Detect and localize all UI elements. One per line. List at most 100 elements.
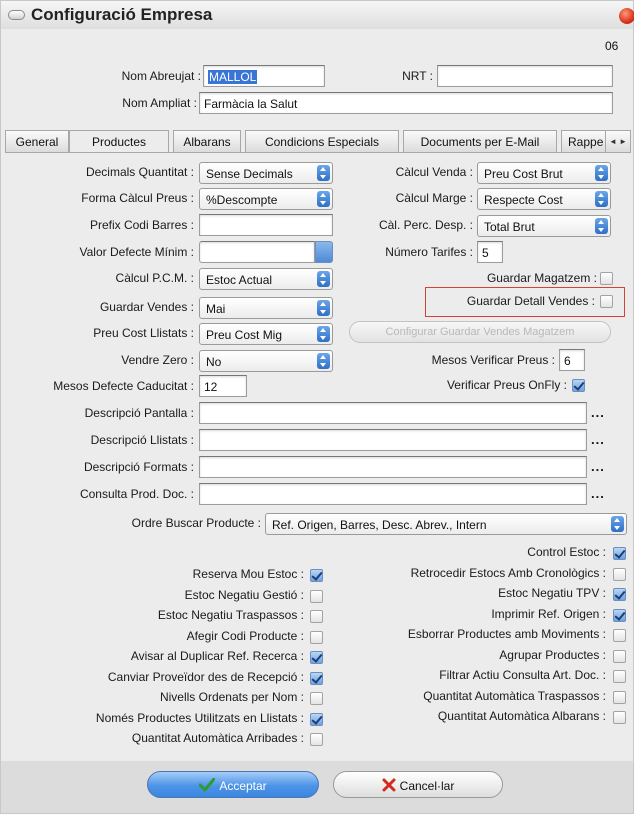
valor-defecte-minim-field[interactable] [199,241,315,263]
configuracio-empresa-window: Configuració Empresa 06 Nom Abreujat : M… [0,0,634,814]
ordre-buscar-producte-value: Ref. Origen, Barres, Desc. Abrev., Inter… [272,518,487,532]
calcul-pcm-value: Estoc Actual [206,273,273,287]
option-checkbox[interactable] [613,588,626,601]
consulta-prod-doc-field[interactable] [199,483,587,505]
mesos-verificar-preus-field[interactable]: 6 [559,349,585,371]
bottom-button-bar: Acceptar Cancel·lar [1,761,633,813]
descripcio-pantalla-more-button[interactable]: ... [591,405,605,420]
descripcio-formats-more-button[interactable]: ... [591,459,605,474]
valor-defecte-minim-dropdown-button[interactable] [315,241,333,263]
calcul-venda-select[interactable]: Preu Cost Brut [477,162,611,184]
prefix-codi-barres-field[interactable] [199,214,333,236]
company-code: 06 [605,39,619,53]
option-label: Afegir Codi Producte : [186,628,304,643]
option-label: Estoc Negatiu TPV : [498,586,606,600]
option-checkbox[interactable] [613,608,626,622]
preu-cost-llistats-label: Preu Cost Llistats : [93,326,194,340]
stepper-icon [317,191,330,207]
tab-albarans[interactable]: Albarans [173,130,241,152]
stepper-icon [317,353,330,369]
close-x-icon [382,778,396,792]
accept-button[interactable]: Acceptar [147,771,319,798]
ordre-buscar-producte-label: Ordre Buscar Producte : [131,516,261,530]
option-label: Nivells Ordenats per Nom : [159,690,304,704]
option-checkbox[interactable] [613,711,626,724]
calcul-marge-label: Càlcul Marge : [395,191,473,205]
forma-calcul-preus-select[interactable]: %Descompte [199,188,333,210]
descripcio-pantalla-label: Descripció Pantalla : [84,406,194,420]
decimals-quantitat-select[interactable]: Sense Decimals [199,162,333,184]
vendre-zero-label: Vendre Zero : [121,353,194,367]
descripcio-llistats-more-button[interactable]: ... [591,432,605,447]
nom-abreujat-field[interactable]: MALLOL [203,65,325,87]
accept-button-label: Acceptar [219,779,267,793]
verificar-preus-onfly-checkbox[interactable] [572,379,585,392]
numero-tarifes-label: Número Tarifes : [385,245,473,259]
mesos-defecte-caducitat-field[interactable]: 12 [199,375,247,397]
cancel-button[interactable]: Cancel·lar [333,771,503,798]
calcul-marge-select[interactable]: Respecte Cost [477,188,611,210]
option-label: Estoc Negatiu Gestió : [184,587,304,602]
option-checkbox[interactable] [613,567,626,581]
cancel-button-label: Cancel·lar [399,779,455,793]
tab-general[interactable]: General [5,130,69,152]
option-checkbox[interactable] [310,733,323,746]
cal-perc-desp-value: Total Brut [484,220,535,234]
vendre-zero-select[interactable]: No [199,350,333,372]
cal-perc-desp-label: Càl. Perc. Desp. : [378,218,473,232]
guardar-vendes-value: Mai [206,302,226,316]
option-label: Imprimir Ref. Origen : [491,606,606,621]
option-label: Quantitat Automàtica Traspassos : [423,688,606,703]
stepper-icon [317,165,330,181]
stepper-icon [317,271,330,287]
descripcio-llistats-label: Descripció Llistats : [90,433,194,447]
descripcio-llistats-field[interactable] [199,429,587,451]
descripcio-pantalla-field[interactable] [199,402,587,424]
cal-perc-desp-select[interactable]: Total Brut [477,215,611,237]
tab-productes[interactable]: Productes [69,130,169,153]
nom-abreujat-value: MALLOL [208,70,258,84]
option-checkbox[interactable] [613,547,626,560]
numero-tarifes-field[interactable]: 5 [477,241,503,263]
guardar-detall-vendes-label: Guardar Detall Vendes : [466,294,595,308]
stepper-icon [595,165,608,181]
tab-rappels[interactable]: Rappe [561,130,607,152]
option-label: Només Productes Utilitzats en Llistats : [95,710,304,725]
forma-calcul-preus-label: Forma Càlcul Preus : [81,191,194,205]
guardar-vendes-select[interactable]: Mai [199,297,333,319]
option-checkbox[interactable] [613,649,626,663]
calcul-pcm-select[interactable]: Estoc Actual [199,268,333,290]
guardar-vendes-label: Guardar Vendes : [99,300,194,314]
option-label: Quantitat Automàtica Albarans : [437,709,606,723]
option-checkbox[interactable] [613,690,626,704]
option-checkbox[interactable] [613,629,626,642]
consulta-prod-doc-more-button[interactable]: ... [591,486,605,501]
nom-ampliat-field[interactable]: Farmàcia la Salut [199,92,613,114]
stepper-icon [611,516,624,532]
stepper-icon [595,191,608,207]
configurar-guardar-vendes-magatzem-button[interactable]: Configurar Guardar Vendes Magatzem [349,321,611,343]
guardar-magatzem-checkbox[interactable] [600,272,613,285]
close-button[interactable] [619,8,634,24]
mesos-defecte-caducitat-label: Mesos Defecte Caducitat : [53,379,194,393]
guardar-detall-vendes-checkbox[interactable] [600,295,613,308]
window-toggle-icon[interactable] [8,10,25,20]
stepper-icon [595,218,608,234]
tab-panel-border [5,152,631,153]
calcul-venda-label: Càlcul Venda : [395,165,473,179]
tab-scroll-arrows[interactable]: ◄ ► [605,130,631,152]
option-label: Avisar al Duplicar Ref. Recerca : [130,649,304,663]
ordre-buscar-producte-select[interactable]: Ref. Origen, Barres, Desc. Abrev., Inter… [265,513,627,535]
tab-documents-email[interactable]: Documents per E-Mail [403,130,557,152]
descripcio-formats-field[interactable] [199,456,587,478]
decimals-quantitat-value: Sense Decimals [206,167,293,181]
option-label: Canviar Proveïdor des de Recepció : [107,669,304,684]
calcul-marge-value: Respecte Cost [484,193,563,207]
calcul-venda-value: Preu Cost Brut [484,167,563,181]
preu-cost-llistats-select[interactable]: Preu Cost Mig [199,323,333,345]
nrt-field[interactable] [437,65,613,87]
option-label: Estoc Negatiu Traspassos : [157,608,304,622]
verificar-preus-onfly-label: Verificar Preus OnFly : [446,378,567,392]
option-checkbox[interactable] [613,670,626,683]
tab-condicions-especials[interactable]: Condicions Especials [245,130,399,152]
